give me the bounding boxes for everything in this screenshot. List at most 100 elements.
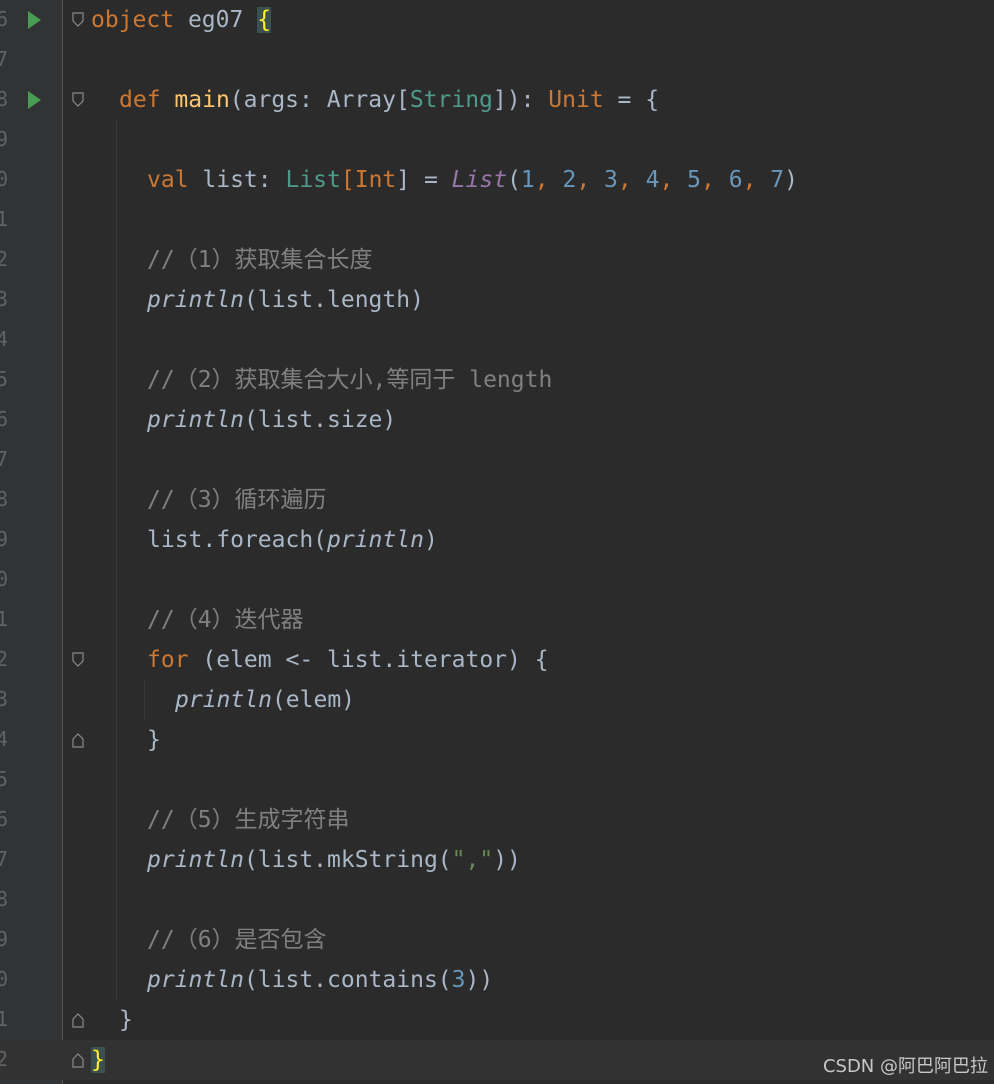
token: (list.contains( — [243, 967, 452, 993]
println-statement: println(list.mkString(",")) — [147, 845, 521, 875]
fold-collapse-icon[interactable] — [72, 12, 84, 28]
comment: //（3）循环遍历 — [147, 485, 327, 515]
code-line[interactable]: 6 //（5）生成字符串 — [0, 800, 994, 840]
token: list: — [188, 167, 286, 193]
token: List — [285, 167, 341, 193]
fold-collapse-icon[interactable] — [72, 92, 84, 108]
code-line[interactable]: 2 for (elem <- list.iterator) { — [0, 640, 994, 680]
token: ) — [784, 167, 799, 193]
code-line[interactable]: 3 println(elem) — [0, 680, 994, 720]
code-line[interactable]: 0 println(list.contains(3)) — [0, 960, 994, 1000]
token: //（6）是否包含 — [147, 927, 327, 953]
code-line[interactable]: 6 object eg07 { — [0, 0, 994, 40]
line-number: 5 — [0, 367, 9, 391]
code-line[interactable]: 4} — [0, 720, 994, 760]
println-statement: println(list.length) — [147, 285, 424, 315]
line-number: 9 — [0, 527, 9, 551]
line-number: 4 — [0, 327, 9, 351]
token: 3 — [451, 967, 466, 993]
code-line[interactable]: 6 println(list.size) — [0, 400, 994, 440]
token: println — [147, 287, 244, 313]
line-number: 1 — [0, 207, 9, 231]
token: ] = — [396, 167, 452, 193]
code-line[interactable]: 1} — [0, 1000, 994, 1040]
code-line[interactable]: 9 //（6）是否包含 — [0, 920, 994, 960]
token: //（1）获取集合长度 — [147, 247, 373, 273]
token: [ — [340, 167, 355, 193]
comment: //（6）是否包含 — [147, 925, 327, 955]
code-line[interactable]: 4 — [0, 320, 994, 360]
closing-brace: } — [91, 1045, 105, 1075]
line-number: 5 — [0, 767, 9, 791]
token: //（2）获取集合大小,等同于 length — [147, 367, 553, 393]
token: main — [174, 87, 230, 113]
for-statement: for (elem <- list.iterator) { — [147, 645, 549, 675]
code-line[interactable]: 7 println(list.mkString(",")) — [0, 840, 994, 880]
line-number: 7 — [0, 847, 9, 871]
line-number: 8 — [0, 87, 9, 111]
fold-end-icon[interactable] — [72, 1012, 84, 1028]
println-statement: println(elem) — [175, 685, 355, 715]
token: "," — [451, 847, 494, 873]
code-line[interactable]: 0 — [0, 560, 994, 600]
code-line[interactable]: 5 — [0, 760, 994, 800]
fold-collapse-icon[interactable] — [72, 652, 84, 668]
token: ) — [423, 527, 438, 553]
line-number: 2 — [0, 647, 9, 671]
token: list.foreach( — [147, 527, 328, 553]
token: } — [91, 1047, 105, 1073]
line-number: 7 — [0, 447, 9, 471]
line-number: 0 — [0, 167, 9, 191]
comment: //（4）迭代器 — [147, 605, 304, 635]
line-number: 3 — [0, 287, 9, 311]
token: } — [147, 727, 161, 753]
code-line[interactable]: 5 //（2）获取集合大小,等同于 length — [0, 360, 994, 400]
code-line[interactable]: 0 val list: List[Int] = List(1, 2, 3, 4, … — [0, 160, 994, 200]
code-line[interactable]: 7 — [0, 440, 994, 480]
main-declaration: def main(args: Array[String]): Unit = { — [119, 85, 659, 115]
token: , — [576, 167, 605, 193]
println-statement: println(list.size) — [147, 405, 396, 435]
line-number: 2 — [0, 1047, 9, 1071]
code-line[interactable]: 7 — [0, 40, 994, 80]
token: Unit — [548, 87, 604, 113]
comment: //（2）获取集合大小,等同于 length — [147, 365, 552, 395]
line-number: 9 — [0, 927, 9, 951]
object-declaration: object eg07 { — [91, 5, 272, 35]
token: //（5）生成字符串 — [147, 807, 350, 833]
code-line[interactable]: 8 — [0, 880, 994, 920]
code-line[interactable]: 8 //（3）循环遍历 — [0, 480, 994, 520]
token: 3 — [604, 167, 618, 193]
code-line[interactable]: 2 //（1）获取集合长度 — [0, 240, 994, 280]
closing-brace: } — [147, 725, 161, 755]
fold-end-icon[interactable] — [72, 732, 84, 748]
line-number: 2 — [0, 247, 9, 271]
token: println — [147, 407, 244, 433]
token: ]): — [492, 87, 549, 113]
code-line[interactable]: 9 — [0, 120, 994, 160]
token: 4 — [645, 167, 660, 193]
code-line[interactable]: 9 list.foreach(println) — [0, 520, 994, 560]
run-icon[interactable] — [28, 91, 41, 109]
list-declaration: val list: List[Int] = List(1, 2, 3, 4, 5… — [147, 165, 798, 195]
run-icon[interactable] — [28, 11, 41, 29]
line-number: 3 — [0, 687, 9, 711]
token: (list.size) — [243, 407, 397, 433]
code-line[interactable]: 1 — [0, 200, 994, 240]
token: = { — [603, 87, 660, 113]
token: { — [257, 7, 272, 33]
token: ( — [507, 167, 521, 193]
code-line[interactable]: 3 println(list.length) — [0, 280, 994, 320]
token: 2 — [562, 167, 577, 193]
token: Int — [354, 167, 397, 193]
line-number: 4 — [0, 727, 9, 751]
token: for — [147, 647, 189, 673]
fold-end-icon[interactable] — [72, 1052, 84, 1068]
line-number: 9 — [0, 127, 9, 151]
token: (list.mkString( — [243, 847, 452, 873]
code-line[interactable]: 1 //（4）迭代器 — [0, 600, 994, 640]
token: , — [701, 167, 729, 193]
token: println — [147, 967, 244, 993]
code-line[interactable]: 8 def main(args: Array[String]): Unit = { — [0, 80, 994, 120]
line-number: 7 — [0, 47, 9, 71]
